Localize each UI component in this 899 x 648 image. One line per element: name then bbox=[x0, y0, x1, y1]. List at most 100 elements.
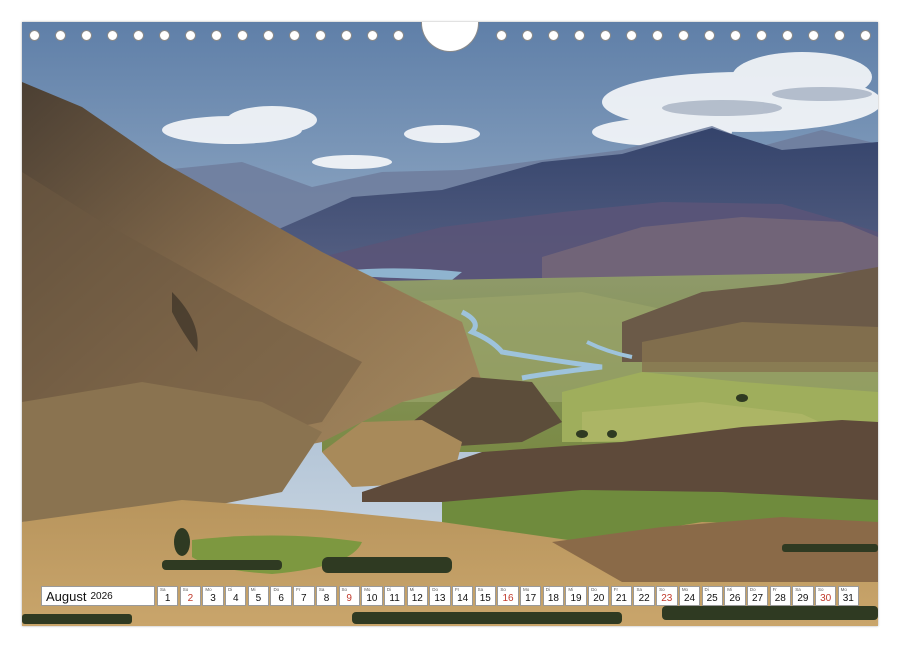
day-cell: Mi 5 bbox=[247, 586, 270, 606]
binding-hole bbox=[55, 30, 66, 41]
day-number: 13 bbox=[434, 593, 446, 604]
day-number: 29 bbox=[797, 593, 809, 604]
day-cell: Mo 24 bbox=[678, 586, 701, 606]
day-cell: Mo 3 bbox=[202, 586, 224, 606]
day-number: 18 bbox=[547, 593, 559, 604]
day-cell: Di 25 bbox=[701, 586, 723, 606]
landscape-illustration bbox=[22, 22, 878, 626]
binding-hole bbox=[574, 30, 585, 41]
day-number: 19 bbox=[570, 593, 582, 604]
binding-hole bbox=[600, 30, 611, 41]
binding-hole bbox=[834, 30, 845, 41]
binding-hole bbox=[652, 30, 663, 41]
day-cell: Sa 8 bbox=[315, 586, 338, 606]
day-number: 14 bbox=[457, 593, 469, 604]
binding-hole bbox=[548, 30, 559, 41]
day-number: 23 bbox=[661, 593, 673, 604]
binding-hole bbox=[133, 30, 144, 41]
binding-hole bbox=[29, 30, 40, 41]
binding-hole bbox=[730, 30, 741, 41]
day-number: 11 bbox=[389, 593, 400, 604]
day-cell: Mi 19 bbox=[565, 586, 587, 606]
day-number: 30 bbox=[820, 593, 832, 604]
binding-hole bbox=[367, 30, 378, 41]
day-number: 12 bbox=[411, 593, 423, 604]
binding-hole bbox=[289, 30, 300, 41]
day-cell: Mo 17 bbox=[520, 586, 542, 606]
day-number: 8 bbox=[323, 593, 330, 604]
binding-hole bbox=[81, 30, 92, 41]
binding-hole bbox=[626, 30, 637, 41]
day-cell: So 16 bbox=[497, 586, 519, 606]
binding-hole bbox=[756, 30, 767, 41]
binding-hole bbox=[211, 30, 222, 41]
binding-hole bbox=[522, 30, 533, 41]
day-cell: Di 11 bbox=[383, 586, 406, 606]
day-number: 25 bbox=[706, 593, 718, 604]
binding-hole bbox=[860, 30, 871, 41]
day-number: 10 bbox=[366, 593, 378, 604]
day-cell: Fr 7 bbox=[293, 586, 315, 606]
day-number: 3 bbox=[210, 593, 216, 604]
day-number: 17 bbox=[525, 593, 537, 604]
day-number: 4 bbox=[232, 593, 239, 604]
day-number: 5 bbox=[255, 593, 262, 604]
day-cell: Sa 15 bbox=[474, 586, 497, 606]
day-cell: So 9 bbox=[338, 586, 360, 606]
day-cell: Mi 12 bbox=[406, 586, 428, 606]
day-cell: Fr 14 bbox=[451, 586, 474, 606]
day-number: 20 bbox=[593, 593, 605, 604]
binding-hole bbox=[704, 30, 715, 41]
day-cell: Mo 31 bbox=[837, 586, 860, 606]
binding-hole bbox=[185, 30, 196, 41]
day-number: 24 bbox=[683, 593, 696, 604]
binding-hole bbox=[808, 30, 819, 41]
day-cell: Di 4 bbox=[225, 586, 247, 606]
day-number: 9 bbox=[346, 593, 352, 604]
day-number: 16 bbox=[502, 593, 514, 604]
day-cells: Sa 1 So 2 Mo 3 Di 4 Mi 5 Do 6 Fr 7 Sa 8 So 9 Mo 10 Di 11 Mi 12 D… bbox=[157, 586, 860, 606]
day-cell: Do 27 bbox=[746, 586, 769, 606]
day-cell: Mo 10 bbox=[361, 586, 383, 606]
binding-hole bbox=[107, 30, 118, 41]
day-number: 27 bbox=[752, 593, 764, 604]
binding-hole bbox=[678, 30, 689, 41]
day-cell: Do 6 bbox=[270, 586, 292, 606]
binding-hole bbox=[315, 30, 326, 41]
day-number: 21 bbox=[615, 593, 627, 604]
day-cell: Mi 26 bbox=[724, 586, 746, 606]
month-year: 2026 bbox=[90, 590, 113, 602]
binding-hole bbox=[782, 30, 793, 41]
day-number: 1 bbox=[164, 593, 171, 604]
day-cell: So 30 bbox=[814, 586, 837, 606]
day-number: 28 bbox=[774, 593, 786, 604]
day-cell: Sa 22 bbox=[633, 586, 655, 606]
day-cell: Do 13 bbox=[429, 586, 451, 606]
day-number: 2 bbox=[187, 593, 194, 604]
day-number: 6 bbox=[278, 593, 284, 604]
month-label: August 2026 bbox=[41, 586, 155, 606]
day-cell: Sa 29 bbox=[792, 586, 814, 606]
day-number: 22 bbox=[638, 593, 650, 604]
day-cell: So 2 bbox=[179, 586, 202, 606]
day-number: 26 bbox=[729, 593, 741, 604]
binding-hole bbox=[341, 30, 352, 41]
day-cell: Do 20 bbox=[588, 586, 610, 606]
calendar-strip: August 2026 Sa 1 So 2 Mo 3 Di 4 Mi 5 Do 6 Fr 7 Sa 8 So 9 M… bbox=[41, 586, 860, 606]
day-cell: So 23 bbox=[656, 586, 678, 606]
binding-hole bbox=[159, 30, 170, 41]
day-number: 7 bbox=[301, 593, 307, 604]
day-cell: Fr 21 bbox=[610, 586, 633, 606]
day-cell: Di 18 bbox=[542, 586, 565, 606]
landscape-photo bbox=[22, 22, 878, 626]
month-name: August bbox=[46, 588, 87, 604]
day-number: 31 bbox=[842, 593, 854, 604]
binding-hole bbox=[237, 30, 248, 41]
binding-hole bbox=[496, 30, 507, 41]
calendar-page: August 2026 Sa 1 So 2 Mo 3 Di 4 Mi 5 Do 6 Fr 7 Sa 8 So 9 M… bbox=[0, 0, 899, 648]
day-number: 15 bbox=[479, 593, 491, 604]
day-cell: Sa 1 bbox=[157, 586, 179, 606]
binding-hole bbox=[263, 30, 274, 41]
day-cell: Fr 28 bbox=[769, 586, 791, 606]
binding-hole bbox=[393, 30, 404, 41]
